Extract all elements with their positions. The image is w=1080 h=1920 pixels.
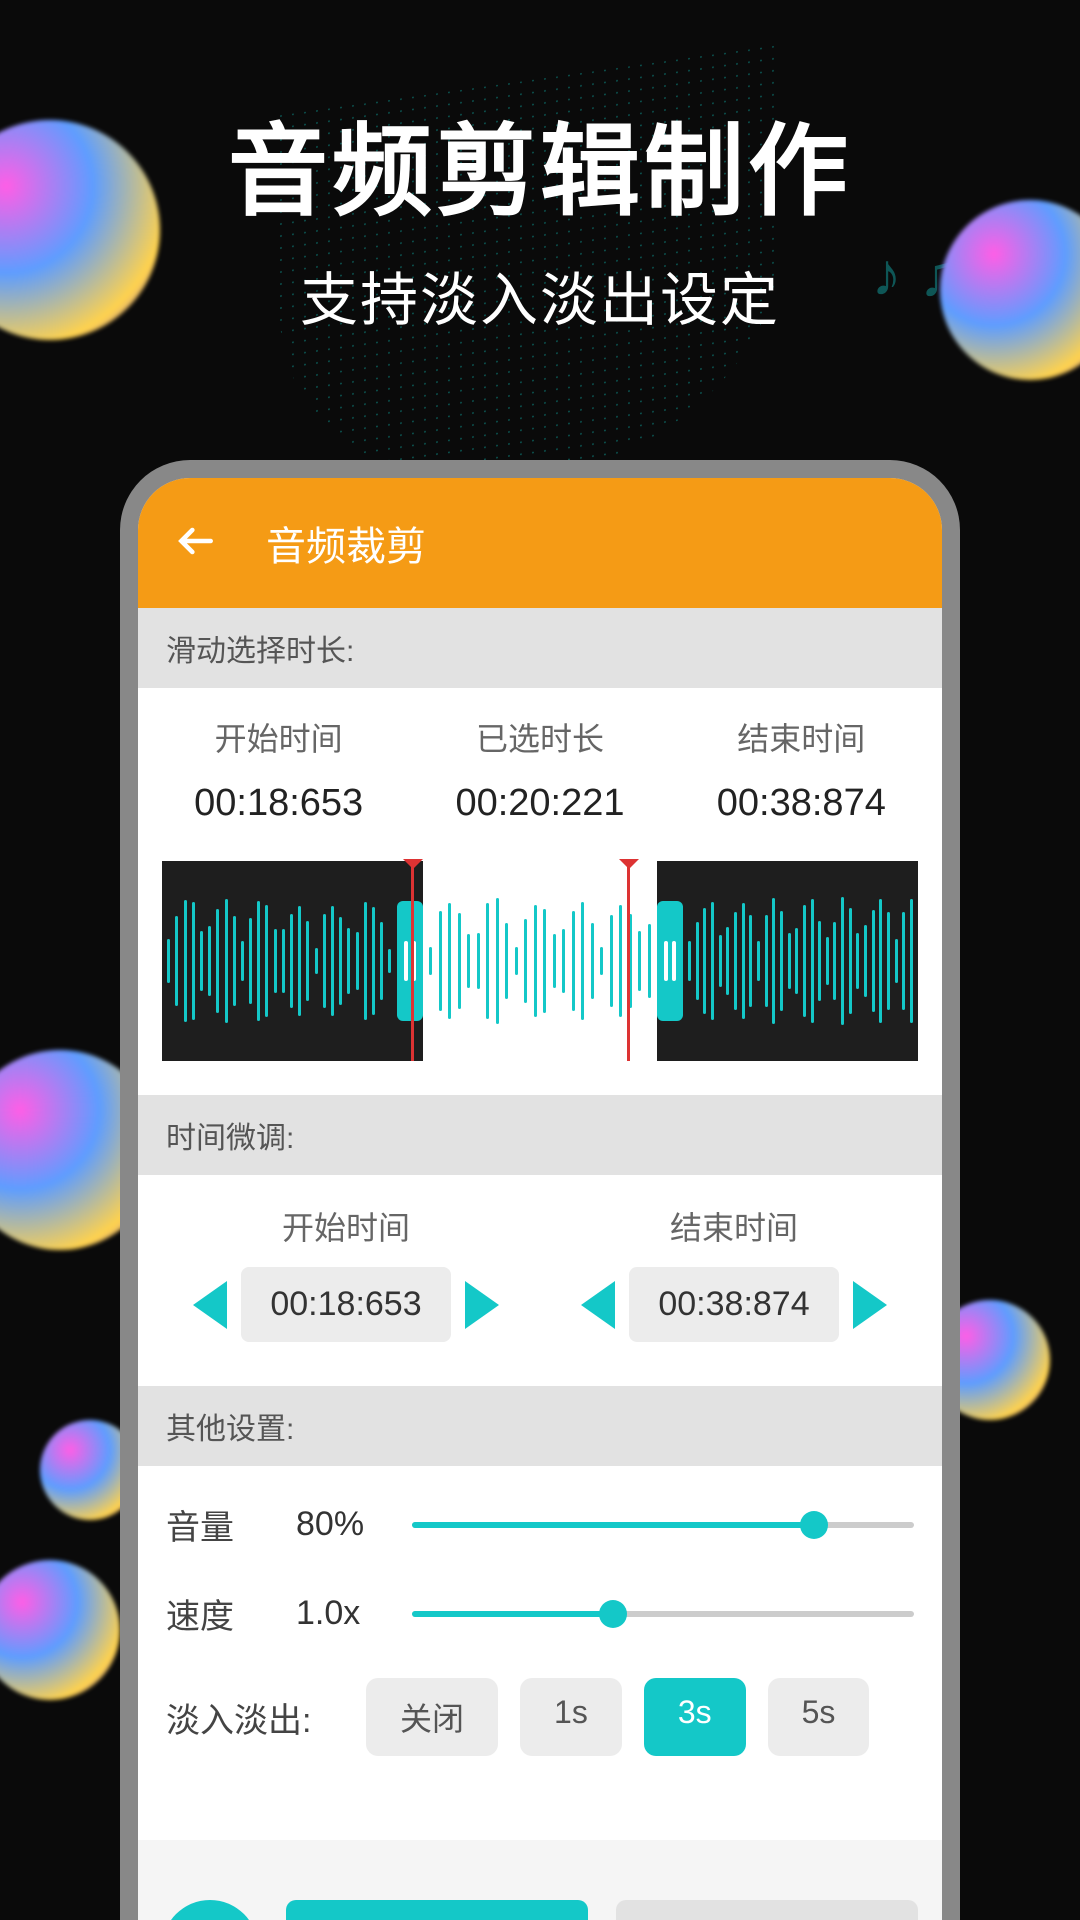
finetune-start-label: 开始时间 bbox=[193, 1203, 499, 1249]
playhead-marker-end[interactable] bbox=[627, 861, 630, 1061]
promo-subtitle: 支持淡入淡出设定 bbox=[0, 253, 1080, 337]
phone-mock: 音频裁剪 滑动选择时长: 开始时间 00:18:653 已选时长 00:20:2… bbox=[120, 460, 960, 1920]
volume-slider[interactable] bbox=[412, 1522, 914, 1528]
selected-duration-value: 00:20:221 bbox=[455, 782, 624, 825]
app-bar: 音频裁剪 bbox=[138, 478, 942, 608]
volume-label: 音量 bbox=[166, 1500, 296, 1549]
start-time-label: 开始时间 bbox=[194, 714, 363, 760]
start-time-input[interactable]: 00:18:653 bbox=[241, 1267, 451, 1342]
delete-selection-button[interactable]: 删除已选音频 bbox=[286, 1900, 588, 1920]
playhead-marker-start[interactable] bbox=[411, 861, 414, 1061]
end-time-label: 结束时间 bbox=[717, 714, 886, 760]
finetune-end-label: 结束时间 bbox=[581, 1203, 887, 1249]
fade-option-1s[interactable]: 1s bbox=[520, 1678, 622, 1756]
time-summary-row: 开始时间 00:18:653 已选时长 00:20:221 结束时间 00:38… bbox=[138, 688, 942, 835]
fade-option-5s[interactable]: 5s bbox=[768, 1678, 870, 1756]
section-other-label: 其他设置: bbox=[138, 1386, 942, 1466]
appbar-title: 音频裁剪 bbox=[266, 514, 426, 572]
speed-slider-thumb[interactable] bbox=[599, 1600, 627, 1628]
section-finetune-label: 时间微调: bbox=[138, 1095, 942, 1175]
end-decrement-button[interactable] bbox=[581, 1281, 615, 1329]
fade-option-3s[interactable]: 3s bbox=[644, 1678, 746, 1756]
save-selection-button[interactable]: 保存已选音频 bbox=[616, 1900, 918, 1920]
speed-slider[interactable] bbox=[412, 1611, 914, 1617]
start-increment-button[interactable] bbox=[465, 1281, 499, 1329]
promo-title: 音频剪辑制作 bbox=[0, 90, 1080, 235]
back-arrow-icon[interactable] bbox=[174, 519, 218, 568]
end-increment-button[interactable] bbox=[853, 1281, 887, 1329]
start-decrement-button[interactable] bbox=[193, 1281, 227, 1329]
waveform[interactable] bbox=[162, 861, 918, 1061]
speed-value: 1.0x bbox=[296, 1594, 406, 1633]
volume-value: 80% bbox=[296, 1505, 406, 1544]
bg-orb bbox=[0, 1560, 120, 1700]
trim-handle-left[interactable] bbox=[397, 901, 423, 1021]
section-slide-label: 滑动选择时长: bbox=[138, 608, 942, 688]
fade-label: 淡入淡出: bbox=[166, 1693, 366, 1742]
end-time-input[interactable]: 00:38:874 bbox=[629, 1267, 839, 1342]
fade-option-关闭[interactable]: 关闭 bbox=[366, 1678, 498, 1756]
speed-label: 速度 bbox=[166, 1589, 296, 1638]
volume-slider-thumb[interactable] bbox=[800, 1511, 828, 1539]
trim-handle-right[interactable] bbox=[657, 901, 683, 1021]
selected-duration-label: 已选时长 bbox=[455, 714, 624, 760]
pause-button[interactable] bbox=[162, 1900, 258, 1920]
start-time-value: 00:18:653 bbox=[194, 782, 363, 825]
end-time-value: 00:38:874 bbox=[717, 782, 886, 825]
